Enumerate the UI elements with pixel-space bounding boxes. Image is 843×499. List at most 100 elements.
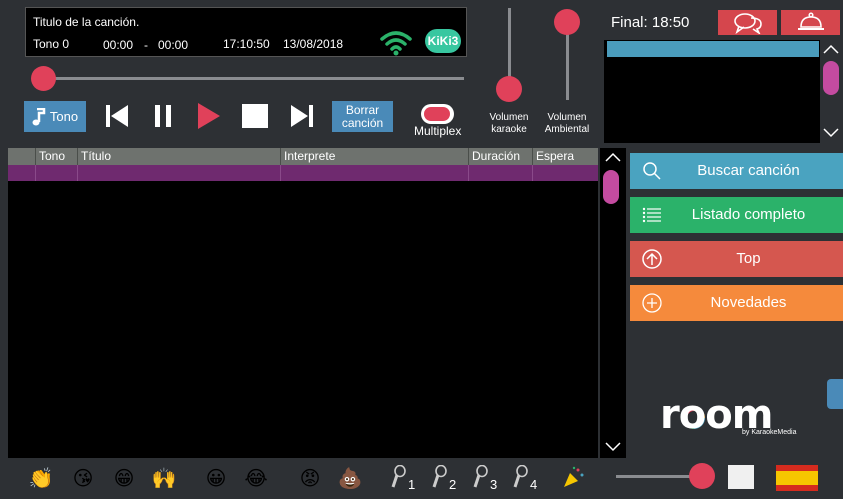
next-button[interactable] <box>287 100 317 132</box>
chevron-down-icon <box>605 442 621 452</box>
table-cell <box>533 165 598 181</box>
full-list-button[interactable]: Listado completo <box>630 197 843 233</box>
emoji-grin[interactable]: 😁 <box>111 465 137 491</box>
mic-number: 4 <box>530 477 538 492</box>
emoji-raised-hands[interactable]: 🙌 <box>151 465 177 491</box>
search-song-label: Buscar canción <box>697 162 800 179</box>
mic-4-button[interactable]: 4 <box>512 464 544 493</box>
previous-button[interactable] <box>102 100 132 132</box>
table-cell <box>8 165 36 181</box>
top-button[interactable]: Top <box>630 241 843 277</box>
queue-scroll-thumb[interactable] <box>823 61 839 95</box>
column-header-titulo[interactable]: Título <box>78 148 281 165</box>
table-scroll-up[interactable] <box>603 150 623 164</box>
multiplex-toggle-knob <box>424 107 450 121</box>
table-row[interactable] <box>8 165 598 181</box>
room-logo: room by KaraokeMedia <box>660 392 810 442</box>
pause-button[interactable] <box>148 100 178 132</box>
side-panel-tab[interactable] <box>827 379 843 409</box>
multiplex-label: Multiplex <box>414 124 462 138</box>
emoji-angry[interactable]: 😡 <box>297 465 323 491</box>
clock: 17:10:50 <box>223 37 270 51</box>
skip-back-icon <box>106 105 128 127</box>
time-separator: - <box>144 38 148 52</box>
microphone-icon <box>432 464 447 488</box>
service-button[interactable] <box>781 10 840 35</box>
party-popper-button[interactable] <box>562 465 594 493</box>
chevron-up-icon <box>605 152 621 162</box>
column-header-duracion[interactable]: Duración <box>469 148 533 165</box>
search-song-button[interactable]: Buscar canción <box>630 153 843 189</box>
total-time: 00:00 <box>158 38 189 52</box>
progress-knob[interactable] <box>31 66 56 91</box>
tone-button[interactable]: Tono <box>24 101 86 132</box>
date: 13/08/2018 <box>283 37 344 51</box>
tone-value: Tono 0 <box>33 37 70 51</box>
now-playing-panel: Titulo de la canción. Tono 0 00:00 - 00:… <box>25 7 467 57</box>
progress-track[interactable] <box>40 77 464 80</box>
flag-stripe <box>776 471 818 485</box>
flag-stripe <box>776 485 818 491</box>
table-scrollbar[interactable] <box>600 148 626 458</box>
queue-list[interactable] <box>604 40 820 143</box>
queue-item[interactable] <box>607 41 819 57</box>
table-cell <box>36 165 78 181</box>
ambient-volume-knob[interactable] <box>554 9 580 35</box>
tone-button-label: Tono <box>49 109 79 124</box>
spain-flag-icon[interactable] <box>776 465 818 491</box>
skip-forward-icon <box>291 105 313 127</box>
microphone-icon <box>391 464 406 488</box>
song-title: Titulo de la canción. <box>33 15 140 29</box>
karaoke-app: Titulo de la canción. Tono 0 00:00 - 00:… <box>0 0 843 499</box>
karaoke-volume-label: Volumen karaoke <box>489 112 529 135</box>
service-bell-icon <box>797 11 824 30</box>
room-logo-byline: by KaraokeMedia <box>742 429 797 436</box>
top-label: Top <box>736 250 761 267</box>
ambient-volume-label: Volumen Ambiental <box>544 112 590 135</box>
mic-3-button[interactable]: 3 <box>472 464 504 493</box>
session-end-time: Final: 18:50 <box>611 14 690 31</box>
queue-scroll-down[interactable] <box>821 126 841 140</box>
full-list-label: Listado completo <box>691 206 806 223</box>
column-header-espera[interactable]: Espera <box>533 148 598 165</box>
mic-number: 2 <box>449 477 457 492</box>
mic-number: 3 <box>490 477 498 492</box>
emoji-kiss[interactable]: 😘 <box>70 465 96 491</box>
mic-2-button[interactable]: 2 <box>431 464 463 493</box>
chat-bubbles-icon <box>733 12 762 34</box>
table-scroll-down[interactable] <box>603 440 623 454</box>
mic-1-button[interactable]: 1 <box>390 464 422 493</box>
table-cell <box>281 165 469 181</box>
chat-button[interactable] <box>718 10 777 35</box>
column-header-interprete[interactable]: Interprete <box>281 148 469 165</box>
current-time: 00:00 <box>103 38 134 52</box>
news-button[interactable]: Novedades <box>630 285 843 321</box>
microphone-icon <box>513 464 528 488</box>
emoji-laugh[interactable]: 😂 <box>243 465 269 491</box>
multiplex-toggle[interactable] <box>421 104 454 124</box>
display-toggle-button[interactable] <box>728 465 754 489</box>
emoji-poop[interactable]: 💩 <box>337 465 363 491</box>
queue-scroll-up[interactable] <box>821 42 841 56</box>
news-label: Novedades <box>710 294 787 311</box>
brand-logo: KiKi3 <box>425 29 461 53</box>
stop-icon <box>242 104 268 128</box>
microphone-icon <box>473 464 488 488</box>
master-volume-knob[interactable] <box>689 463 715 489</box>
party-popper-icon <box>564 466 584 487</box>
emoji-smile[interactable]: 😀 <box>203 465 229 491</box>
chevron-up-icon <box>823 44 839 54</box>
mic-number: 1 <box>408 477 416 492</box>
emoji-clap[interactable]: 👏 <box>28 465 54 491</box>
delete-song-button[interactable]: Borrar canción <box>332 101 393 132</box>
play-button[interactable] <box>194 100 224 132</box>
stop-button[interactable] <box>240 100 270 132</box>
karaoke-volume-knob[interactable] <box>496 76 522 102</box>
column-header[interactable] <box>8 148 36 165</box>
table-cell <box>469 165 533 181</box>
column-header-tono[interactable]: Tono <box>36 148 78 165</box>
table-scroll-thumb[interactable] <box>603 170 619 204</box>
song-table: Tono Título Interprete Duración Espera <box>8 148 598 458</box>
wifi-icon <box>380 31 412 56</box>
music-note-icon <box>32 107 46 125</box>
